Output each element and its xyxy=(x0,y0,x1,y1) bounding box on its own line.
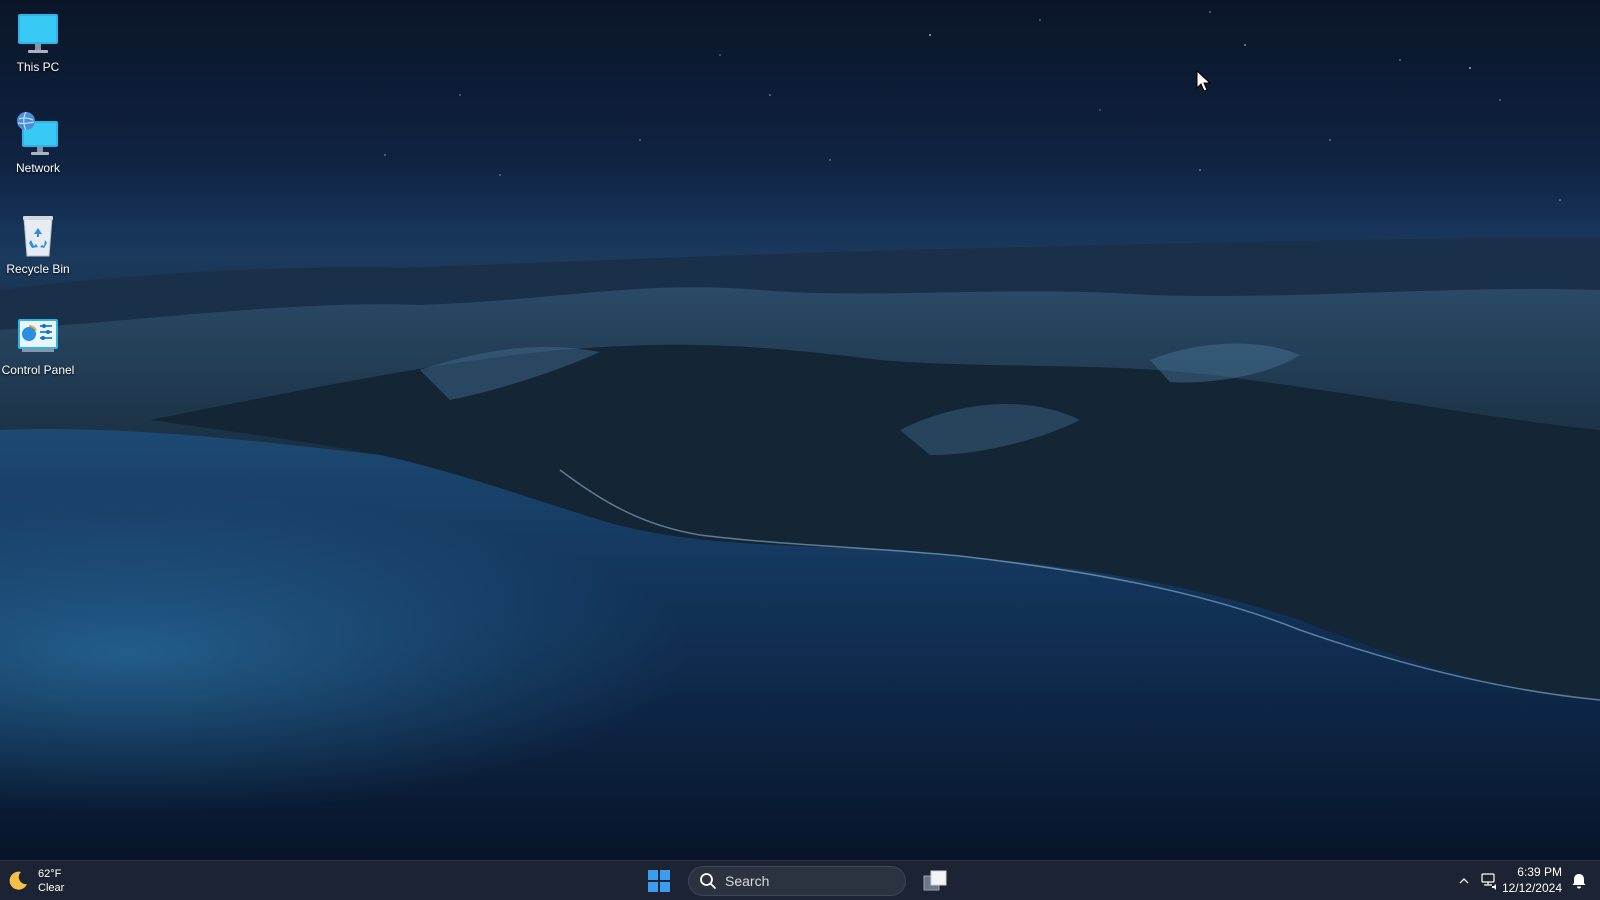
wallpaper xyxy=(0,11,1600,860)
task-view-icon xyxy=(923,870,947,891)
system-clock[interactable]: 6:39 PM 12/12/2024 xyxy=(1502,864,1562,898)
network-icon xyxy=(17,111,58,155)
search-box[interactable]: Search xyxy=(688,866,906,896)
task-view-button[interactable] xyxy=(920,866,950,896)
start-button[interactable] xyxy=(644,866,674,896)
windows-logo-icon xyxy=(648,870,670,892)
search-placeholder: Search xyxy=(725,873,770,889)
notification-bell-icon[interactable] xyxy=(1570,872,1588,890)
desktop-icon-recycle-bin[interactable]: Recycle Bin xyxy=(0,212,76,276)
clock-date: 12/12/2024 xyxy=(1501,881,1562,895)
desktop-icon-label: Recycle Bin xyxy=(6,262,70,276)
desktop-icon-network[interactable]: Network xyxy=(0,111,76,175)
desktop-icon-this-pc[interactable]: This PC xyxy=(0,10,76,74)
desktop-icon-label: Control Panel xyxy=(1,363,75,377)
mouse-cursor-icon xyxy=(1196,70,1212,92)
control-panel-icon xyxy=(18,319,58,352)
desktop-icon-label: This PC xyxy=(16,60,60,74)
clock-time: 6:39 PM xyxy=(1517,865,1562,879)
desktop-icon-control-panel[interactable]: Control Panel xyxy=(0,313,76,377)
weather-text: 62°F Clear xyxy=(38,867,64,895)
network-volume-icon[interactable] xyxy=(1478,871,1498,891)
moon-icon xyxy=(9,871,27,890)
recycle-bin-icon xyxy=(23,216,53,257)
weather-condition: Clear xyxy=(38,882,65,894)
desktop[interactable]: This PC Network Recycle Bin Control Pane… xyxy=(0,0,1600,860)
search-icon xyxy=(700,873,716,889)
monitor-icon xyxy=(18,14,58,53)
desktop-icon-label: Network xyxy=(15,161,60,175)
chevron-up-icon[interactable] xyxy=(1456,873,1472,889)
weather-widget[interactable]: 62°F Clear xyxy=(6,865,64,897)
taskbar: 62°F Clear Search 6:39 PM 12/12/2024 xyxy=(0,860,1600,900)
weather-temperature: 62°F xyxy=(38,868,62,880)
